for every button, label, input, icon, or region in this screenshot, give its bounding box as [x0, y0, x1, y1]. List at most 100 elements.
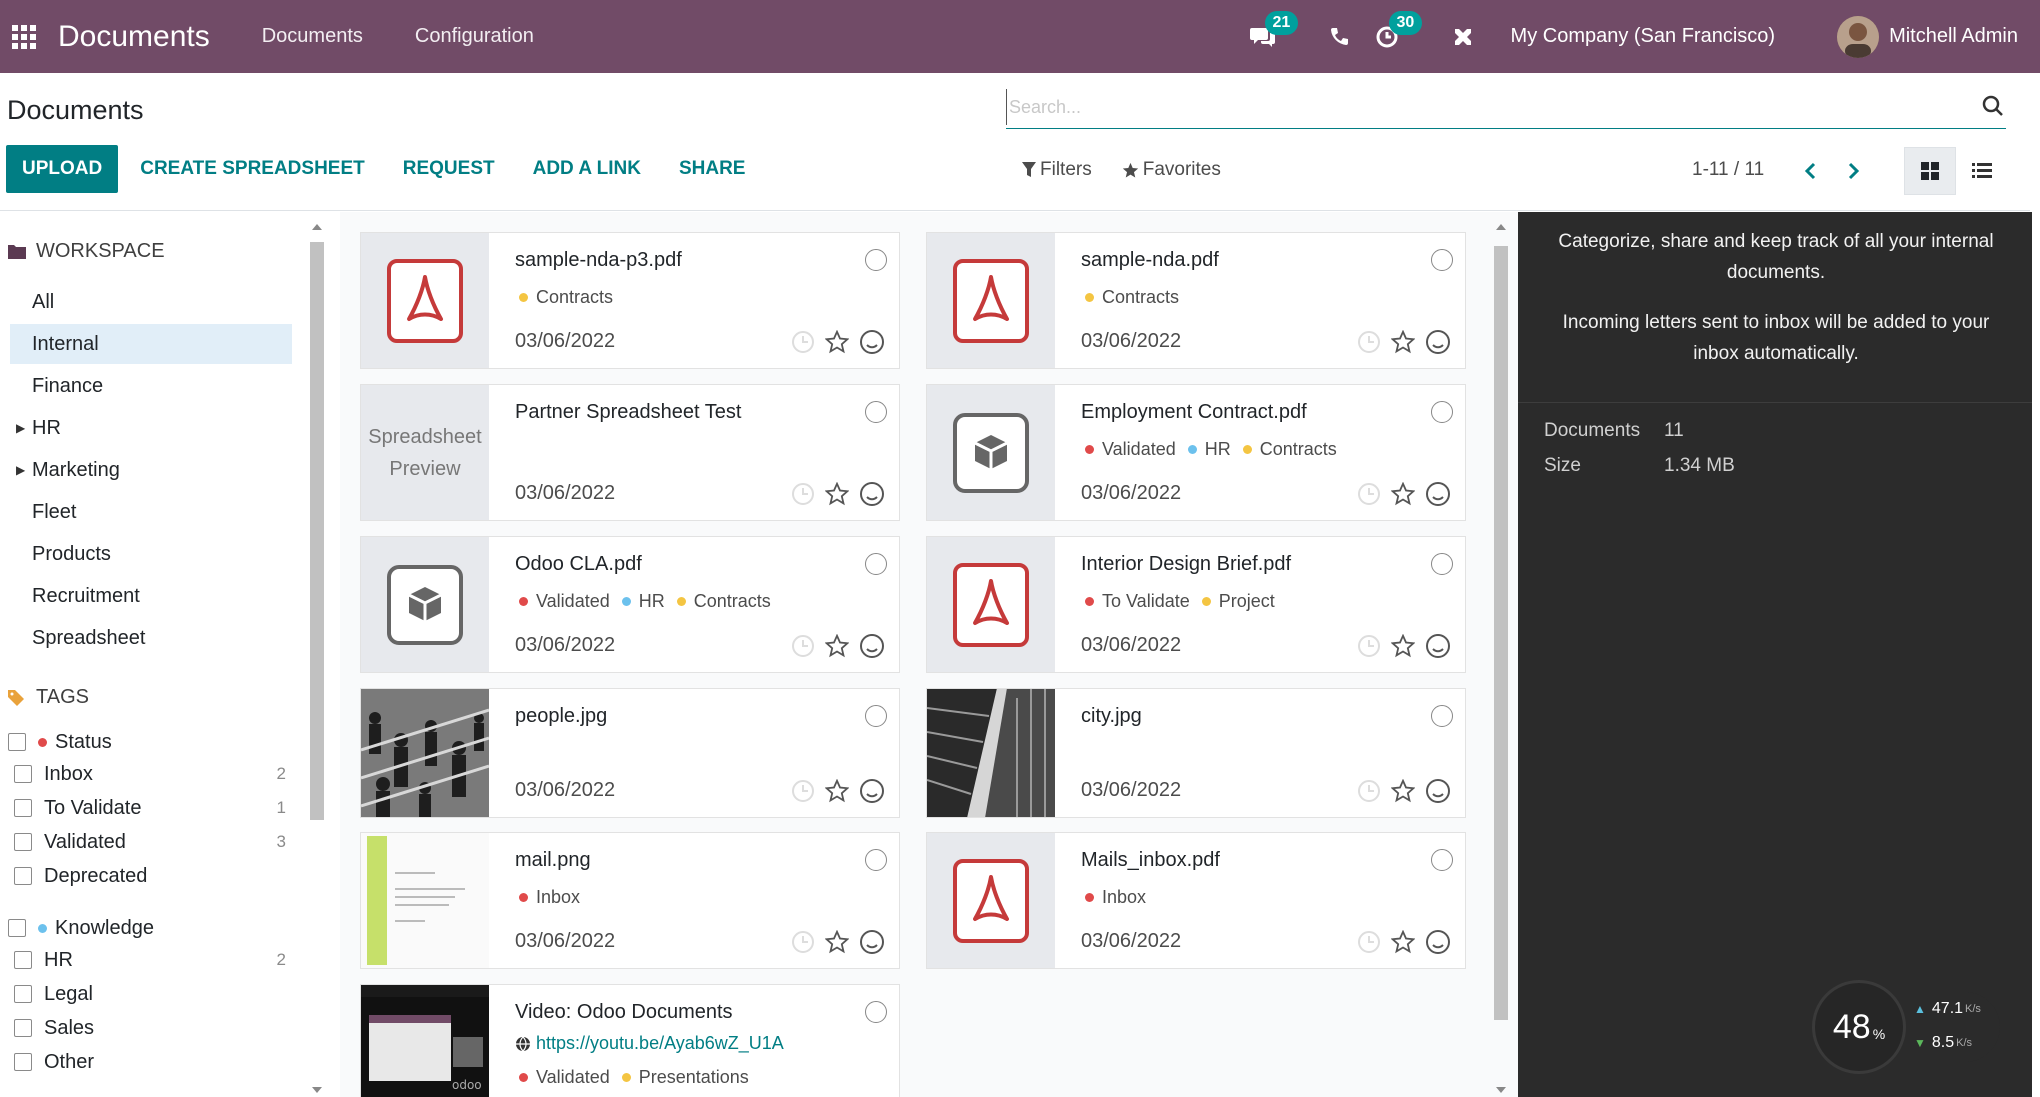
workspace-item-recruitment[interactable]: Recruitment: [10, 576, 292, 616]
favorites-dropdown[interactable]: Favorites: [1122, 159, 1221, 181]
owner-avatar-icon[interactable]: [1425, 329, 1451, 355]
owner-avatar-icon[interactable]: [1425, 929, 1451, 955]
caret-right-icon[interactable]: ▶: [16, 421, 25, 435]
upload-button[interactable]: UPLOAD: [6, 145, 119, 193]
list-view-icon[interactable]: [1956, 147, 2008, 195]
tag-checkbox[interactable]: [14, 1019, 32, 1037]
favorite-star-icon[interactable]: [825, 330, 849, 354]
document-select-checkbox[interactable]: [1431, 849, 1453, 871]
workspace-item-internal[interactable]: Internal: [10, 324, 292, 364]
tag-checkbox[interactable]: [14, 799, 32, 817]
tag-checkbox[interactable]: [14, 1053, 32, 1071]
tag-item-hr[interactable]: HR 2: [14, 944, 286, 976]
owner-avatar-icon[interactable]: [1425, 778, 1451, 804]
workspace-item-fleet[interactable]: Fleet: [10, 492, 292, 532]
kanban-view-icon[interactable]: [1904, 147, 1956, 195]
document-url-link[interactable]: https://youtu.be/Ayab6wZ_U1A: [515, 1033, 784, 1054]
pdf-icon[interactable]: [927, 537, 1055, 672]
tag-checkbox[interactable]: [14, 867, 32, 885]
activity-icon[interactable]: [1357, 634, 1381, 658]
workspace-item-marketing[interactable]: ▶ Marketing: [10, 450, 292, 490]
image-thumbnail-city[interactable]: [927, 689, 1055, 817]
activity-icon[interactable]: [791, 930, 815, 954]
user-avatar[interactable]: [1837, 15, 1880, 58]
video-thumbnail[interactable]: odoo: [361, 985, 489, 1097]
document-card[interactable]: people.jpg 03/06/2022: [360, 688, 900, 818]
pager-next-icon[interactable]: [1840, 157, 1868, 185]
owner-avatar-icon[interactable]: [859, 633, 885, 659]
document-select-checkbox[interactable]: [865, 553, 887, 575]
tag-group-knowledge[interactable]: Knowledge: [8, 912, 280, 944]
caret-right-icon[interactable]: ▶: [16, 463, 25, 477]
tag-group-checkbox[interactable]: [8, 919, 26, 937]
activity-clock-icon[interactable]: 30: [1369, 10, 1423, 55]
activity-icon[interactable]: [1357, 930, 1381, 954]
kanban-scrollbar[interactable]: [1490, 220, 1512, 1097]
debug-tools-icon[interactable]: [1445, 19, 1481, 55]
favorite-star-icon[interactable]: [825, 930, 849, 954]
favorite-star-icon[interactable]: [1391, 779, 1415, 803]
document-card[interactable]: Employment Contract.pdf Validated HR Con…: [926, 384, 1466, 521]
document-select-checkbox[interactable]: [1431, 401, 1453, 423]
tag-checkbox[interactable]: [14, 765, 32, 783]
owner-avatar-icon[interactable]: [859, 329, 885, 355]
favorite-star-icon[interactable]: [825, 482, 849, 506]
favorite-star-icon[interactable]: [1391, 330, 1415, 354]
tag-group-status[interactable]: Status: [8, 726, 280, 758]
company-switcher[interactable]: My Company (San Francisco): [1511, 25, 1776, 48]
workspace-item-products[interactable]: Products: [10, 534, 292, 574]
tag-item-inbox[interactable]: Inbox 2: [14, 758, 286, 790]
pdf-icon[interactable]: [927, 233, 1055, 368]
document-card[interactable]: Interior Design Brief.pdf To Validate Pr…: [926, 536, 1466, 673]
activity-icon[interactable]: [1357, 482, 1381, 506]
pager-value[interactable]: 1-11 / 11: [1692, 159, 1764, 181]
document-select-checkbox[interactable]: [1431, 705, 1453, 727]
tag-checkbox[interactable]: [14, 951, 32, 969]
create-spreadsheet-button[interactable]: CREATE SPREADSHEET: [140, 158, 365, 180]
pager-previous-icon[interactable]: [1796, 157, 1824, 185]
tag-checkbox[interactable]: [14, 985, 32, 1003]
activity-icon[interactable]: [791, 779, 815, 803]
app-brand[interactable]: Documents: [58, 20, 210, 54]
tag-item-deprecated[interactable]: Deprecated: [14, 860, 286, 892]
activity-icon[interactable]: [791, 330, 815, 354]
document-card[interactable]: city.jpg 03/06/2022: [926, 688, 1466, 818]
workspace-item-finance[interactable]: Finance: [10, 366, 292, 406]
request-button[interactable]: REQUEST: [403, 158, 495, 180]
sidebar-scroll-thumb[interactable]: [310, 242, 324, 820]
share-button[interactable]: SHARE: [679, 158, 746, 180]
tag-item-validated[interactable]: Validated 3: [14, 826, 286, 858]
owner-avatar-icon[interactable]: [1425, 481, 1451, 507]
add-link-button[interactable]: ADD A LINK: [533, 158, 641, 180]
kanban-scroll-thumb[interactable]: [1494, 246, 1508, 1020]
image-thumbnail-mail[interactable]: [361, 833, 489, 968]
document-card[interactable]: Spreadsheet Preview Partner Spreadsheet …: [360, 384, 900, 521]
document-select-checkbox[interactable]: [865, 249, 887, 271]
favorite-star-icon[interactable]: [1391, 930, 1415, 954]
image-thumbnail-people[interactable]: [361, 689, 489, 817]
activity-icon[interactable]: [791, 482, 815, 506]
box-icon[interactable]: [927, 385, 1055, 520]
pdf-icon[interactable]: [927, 833, 1055, 968]
document-card[interactable]: sample-nda.pdf Contracts 03/06/2022: [926, 232, 1466, 369]
box-icon[interactable]: [361, 537, 489, 672]
owner-avatar-icon[interactable]: [859, 778, 885, 804]
document-card[interactable]: odoo Video: Odoo Documents https://youtu…: [360, 984, 900, 1097]
document-select-checkbox[interactable]: [1431, 249, 1453, 271]
tag-group-checkbox[interactable]: [8, 733, 26, 751]
document-select-checkbox[interactable]: [1431, 553, 1453, 575]
document-select-checkbox[interactable]: [865, 401, 887, 423]
tag-checkbox[interactable]: [14, 833, 32, 851]
spreadsheet-preview-thumbnail[interactable]: Spreadsheet Preview: [361, 385, 489, 520]
document-card[interactable]: Mails_inbox.pdf Inbox 03/06/2022: [926, 832, 1466, 969]
activity-icon[interactable]: [1357, 779, 1381, 803]
document-select-checkbox[interactable]: [865, 1001, 887, 1023]
favorite-star-icon[interactable]: [1391, 482, 1415, 506]
favorite-star-icon[interactable]: [1391, 634, 1415, 658]
workspace-item-hr[interactable]: ▶ HR: [10, 408, 292, 448]
tag-item-other[interactable]: Other: [14, 1046, 286, 1078]
favorite-star-icon[interactable]: [825, 634, 849, 658]
document-select-checkbox[interactable]: [865, 705, 887, 727]
filters-dropdown[interactable]: Filters: [1022, 159, 1092, 181]
workspace-item-spreadsheet[interactable]: Spreadsheet: [10, 618, 292, 658]
